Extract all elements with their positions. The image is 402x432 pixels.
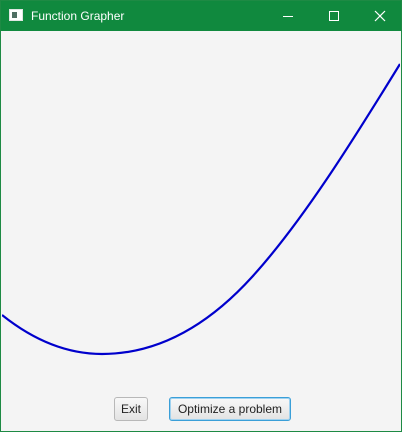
window-title: Function Grapher	[31, 9, 125, 23]
minimize-button[interactable]	[265, 1, 311, 31]
close-button[interactable]	[357, 1, 402, 31]
graph-canvas	[2, 63, 400, 356]
title-bar[interactable]: Function Grapher	[1, 1, 401, 31]
app-icon	[9, 9, 23, 21]
maximize-button[interactable]	[311, 1, 357, 31]
exit-button[interactable]: Exit	[114, 397, 148, 421]
function-curve	[2, 63, 400, 356]
close-icon	[374, 10, 386, 22]
maximize-icon	[329, 11, 339, 21]
app-window: Function Grapher Exit Optimize a problem	[0, 0, 402, 432]
optimize-problem-button[interactable]: Optimize a problem	[169, 397, 291, 421]
minimize-icon	[283, 16, 293, 17]
